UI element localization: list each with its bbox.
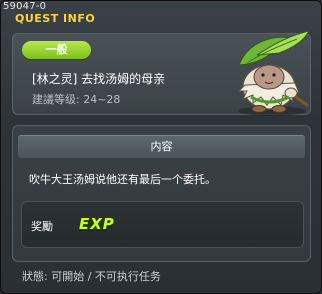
quest-name: [林之灵] 去找汤姆的母亲 — [32, 72, 166, 86]
window-title: QUEST INFO — [15, 12, 96, 25]
quest-info-window: 59047-0 QUEST INFO 一般 [林之灵] 去找汤姆的母亲 建議等级… — [0, 0, 322, 294]
recommended-level: 建議等级: 24~28 — [32, 93, 121, 106]
content-header: 内容 — [18, 135, 305, 158]
reward-box: 奖勵 EXP — [21, 201, 304, 248]
quest-description: 吹牛大王汤姆说他还有最后一个委托。 — [29, 173, 216, 186]
quest-content-panel: 内容 吹牛大王汤姆说他还有最后一个委托。 奖勵 EXP — [12, 125, 311, 262]
quest-id-text: 59047-0 — [3, 1, 47, 12]
reward-label: 奖勵 — [31, 220, 53, 233]
exp-icon: EXP — [79, 215, 115, 233]
category-badge: 一般 — [22, 41, 91, 59]
npc-portrait-icon — [237, 30, 310, 116]
quest-status-text: 狀態: 可開始 / 不可执行任务 — [22, 270, 161, 283]
